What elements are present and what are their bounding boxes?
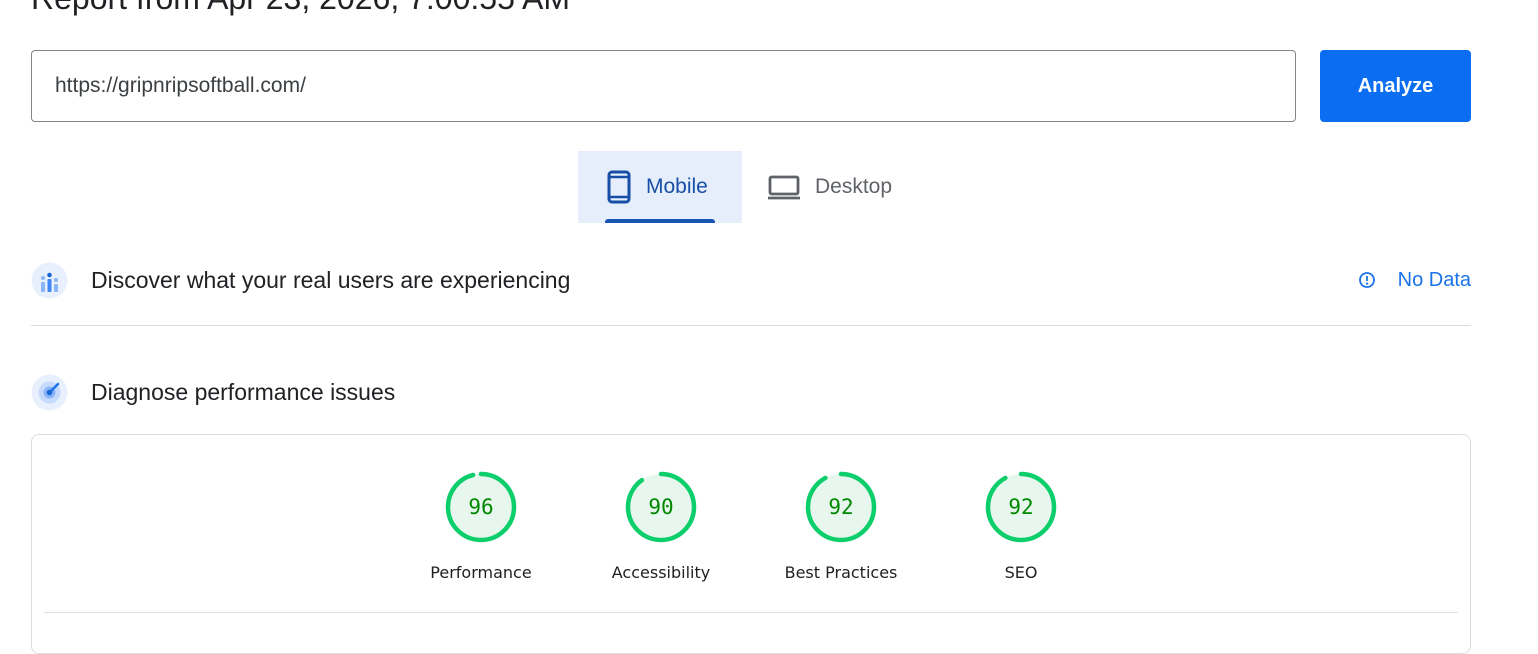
url-input[interactable] [31, 50, 1296, 122]
report-title: Report from Apr 23, 2026, 7:00:55 AM [31, 0, 570, 18]
field-data-header: Discover what your real users are experi… [31, 260, 1471, 300]
tab-mobile-label: Mobile [646, 175, 708, 198]
tab-selected-indicator [605, 219, 715, 223]
gauge-accessibility[interactable]: 90 Accessibility [571, 470, 751, 582]
gauge-performance[interactable]: 96 Performance [391, 470, 571, 582]
score-label: Performance [430, 563, 532, 582]
score-value: 90 [648, 495, 674, 519]
score-card: 96 Performance 90 Accessibility 92 Best … [31, 434, 1471, 654]
gauge-best-practices[interactable]: 92 Best Practices [751, 470, 931, 582]
score-label: SEO [1004, 563, 1038, 582]
tab-desktop-label: Desktop [815, 175, 893, 198]
lab-data-header: Diagnose performance issues [31, 372, 1471, 412]
speedometer-icon [31, 374, 68, 410]
lab-data-title: Diagnose performance issues [91, 378, 396, 405]
no-data-label: No Data [1397, 268, 1471, 291]
analyze-button[interactable]: Analyze [1320, 50, 1471, 122]
gauge-seo[interactable]: 92 SEO [931, 470, 1111, 582]
gauge-ring: 90 [624, 470, 698, 544]
card-divider [44, 612, 1458, 613]
gauge-ring: 96 [444, 470, 518, 544]
gauge-ring: 92 [804, 470, 878, 544]
score-label: Best Practices [784, 563, 898, 582]
score-value: 96 [468, 495, 494, 519]
users-chart-icon [31, 262, 68, 298]
smartphone-icon [607, 170, 631, 204]
info-icon [1358, 272, 1375, 288]
score-value: 92 [1008, 495, 1034, 519]
score-label: Accessibility [611, 563, 711, 582]
score-value: 92 [828, 495, 854, 519]
laptop-icon [768, 175, 800, 200]
gauge-ring: 92 [984, 470, 1058, 544]
field-data-title: Discover what your real users are experi… [91, 266, 571, 293]
tab-mobile[interactable]: Mobile [578, 151, 742, 223]
tab-desktop[interactable]: Desktop [742, 151, 924, 223]
no-data-link[interactable]: No Data [1358, 260, 1471, 300]
section-divider [31, 325, 1471, 326]
